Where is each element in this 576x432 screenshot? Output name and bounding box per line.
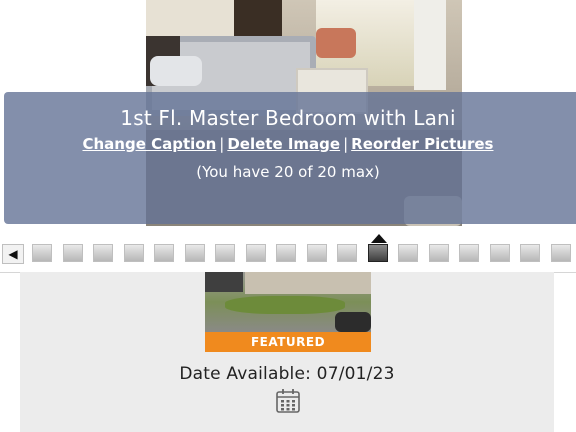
active-thumbnail-marker: [371, 234, 387, 243]
thumbnail[interactable]: [185, 244, 205, 262]
thumbnail[interactable]: [429, 244, 449, 262]
delete-image-link[interactable]: Delete Image: [227, 135, 340, 153]
picture-count: (You have 20 of 20 max): [196, 163, 380, 181]
thumbnail[interactable]: [551, 244, 571, 262]
thumbnail[interactable]: [276, 244, 296, 262]
featured-badge: FEATURED: [205, 332, 371, 352]
thumbnail[interactable]: [63, 244, 83, 262]
thumbnail[interactable]: [337, 244, 357, 262]
thumbnail[interactable]: [398, 244, 418, 262]
reorder-pictures-link[interactable]: Reorder Pictures: [351, 135, 493, 153]
thumbnail[interactable]: [520, 244, 540, 262]
thumbnail[interactable]: [124, 244, 144, 262]
thumbnail[interactable]: [459, 244, 479, 262]
listing-photo[interactable]: [205, 272, 371, 332]
thumbnail[interactable]: [368, 234, 388, 262]
caption-actions: Change Caption | Delete Image | Reorder Pict…: [0, 135, 576, 153]
rewind-icon[interactable]: ◀: [2, 244, 24, 264]
thumbnail[interactable]: [490, 244, 510, 262]
photo-viewer: 1st Fl. Master Bedroom with Lani Change …: [0, 0, 576, 273]
thumbnail[interactable]: [307, 244, 327, 262]
thumbnail[interactable]: [215, 244, 235, 262]
calendar-icon[interactable]: [275, 388, 301, 414]
separator: |: [219, 135, 225, 153]
thumbnail[interactable]: [32, 244, 52, 262]
thumbnail[interactable]: [246, 244, 266, 262]
photo-caption: 1st Fl. Master Bedroom with Lani: [120, 106, 456, 130]
date-available: Date Available: 07/01/23: [179, 364, 395, 384]
change-caption-link[interactable]: Change Caption: [82, 135, 216, 153]
separator: |: [343, 135, 349, 153]
thumbnail[interactable]: [93, 244, 113, 262]
thumbnail[interactable]: [154, 244, 174, 262]
thumbnail-strip: ◀: [0, 234, 576, 268]
